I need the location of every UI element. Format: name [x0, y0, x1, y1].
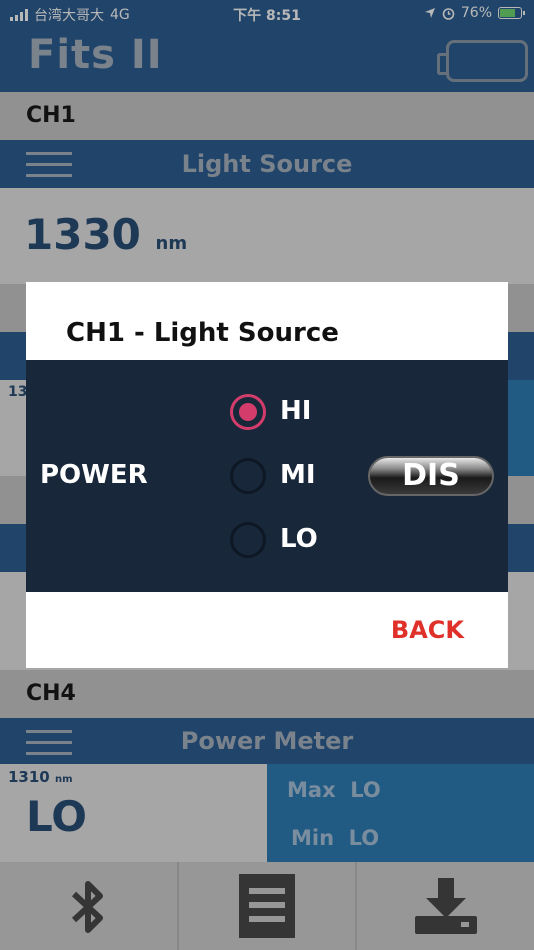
dis-toggle-button[interactable]: DIS [368, 456, 494, 496]
power-radio-lo[interactable] [230, 522, 266, 558]
power-radio-hi[interactable] [230, 394, 266, 430]
light-source-dialog: CH1 - Light Source POWER HI MI LO DIS BA… [26, 282, 508, 668]
power-radio-mi[interactable] [230, 458, 266, 494]
dialog-title: CH1 - Light Source [66, 318, 339, 348]
dialog-body: POWER HI MI LO DIS [26, 360, 508, 592]
power-label: POWER [40, 460, 148, 490]
power-option-hi[interactable]: HI [280, 396, 311, 426]
back-button[interactable]: BACK [391, 616, 464, 644]
power-option-mi[interactable]: MI [280, 460, 316, 490]
power-option-lo[interactable]: LO [280, 524, 318, 554]
